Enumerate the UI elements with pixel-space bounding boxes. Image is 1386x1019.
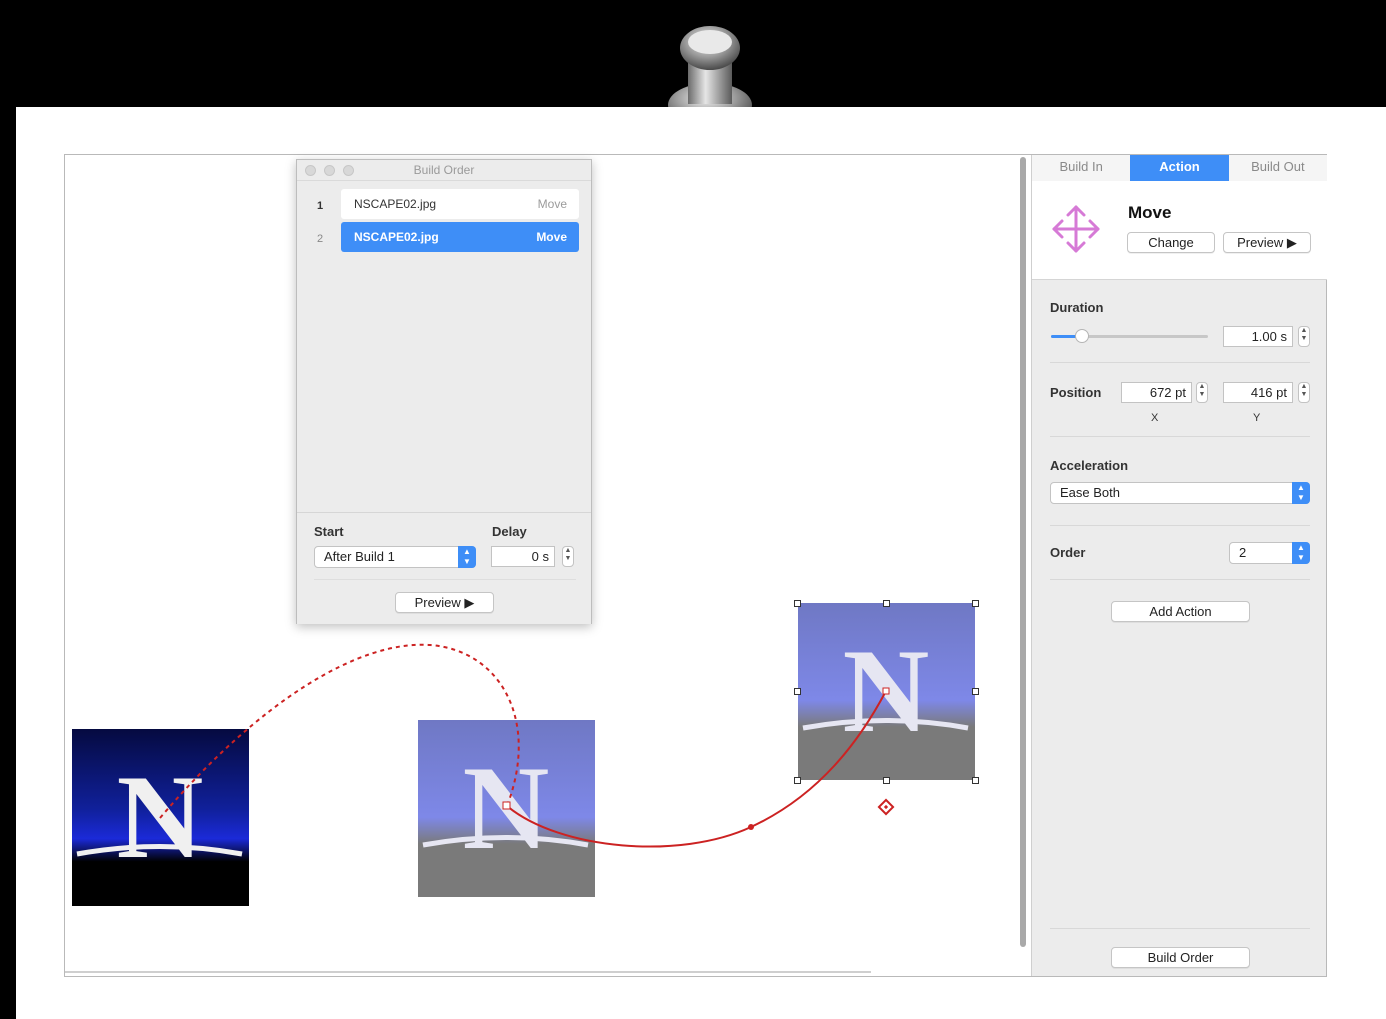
add-action-button[interactable]: Add Action <box>1111 601 1250 622</box>
divider <box>314 579 576 580</box>
position-label: Position <box>1050 385 1102 400</box>
tab-build-out[interactable]: Build Out <box>1228 155 1327 181</box>
build-order-preview-button[interactable]: Preview ▶ <box>395 592 494 613</box>
tab-build-in[interactable]: Build In <box>1032 155 1131 181</box>
build-order-button[interactable]: Build Order <box>1111 947 1250 968</box>
image-letter: N <box>117 750 204 883</box>
build-row-name: NSCAPE02.jpg <box>354 197 437 211</box>
build-order-list: 1 NSCAPE02.jpg Move 2 NSCAPE02.jpg Move <box>297 181 591 511</box>
build-row-number: 1 <box>317 200 324 212</box>
build-order-controls: Start Delay After Build 1 ▲ ▼ 0 s ▲ ▼ Prev… <box>297 512 591 624</box>
resize-handle-tl[interactable] <box>794 600 801 607</box>
start-popup[interactable]: After Build 1 ▲ ▼ <box>314 546 476 568</box>
image-letter: N <box>463 741 550 874</box>
move-arrows-icon <box>1052 205 1100 253</box>
resize-handle-tr[interactable] <box>972 600 979 607</box>
build-order-row[interactable]: NSCAPE02.jpg Move <box>341 189 579 219</box>
image-ghost-position[interactable]: N <box>418 720 595 897</box>
build-row-number: 2 <box>317 233 324 245</box>
delay-label: Delay <box>492 524 527 539</box>
resize-handle-br[interactable] <box>972 777 979 784</box>
build-order-title: Build Order <box>413 163 475 177</box>
resize-handle-bc[interactable] <box>883 777 890 784</box>
canvas-horizontal-scrollbar[interactable] <box>65 971 871 973</box>
image-letter: N <box>843 624 930 757</box>
acceleration-label: Acceleration <box>1050 458 1129 473</box>
action-title: Move <box>1128 203 1172 222</box>
position-y-field[interactable]: 416 pt <box>1223 382 1293 403</box>
duration-slider-knob[interactable] <box>1075 329 1090 343</box>
acceleration-popup[interactable]: Ease Both ▲ ▼ <box>1050 482 1310 504</box>
position-x-stepper[interactable]: ▲ ▼ <box>1196 382 1208 403</box>
delay-stepper[interactable]: ▲ ▼ <box>562 546 574 567</box>
canvas-vertical-scrollbar[interactable] <box>1019 155 1027 950</box>
position-x-field[interactable]: 672 pt <box>1121 382 1192 403</box>
resize-handle-tc[interactable] <box>883 600 890 607</box>
start-value: After Build 1 <box>324 549 395 564</box>
image-selected-position[interactable]: N <box>798 603 975 780</box>
inspector-tabs: Build In Action Build Out <box>1032 155 1327 182</box>
chevron-updown-icon: ▲ ▼ <box>458 546 476 568</box>
divider <box>1050 928 1310 929</box>
change-button[interactable]: Change <box>1127 232 1215 253</box>
resize-handle-ml[interactable] <box>794 688 801 695</box>
duration-slider[interactable] <box>1051 329 1208 343</box>
chevron-updown-icon: ▲ ▼ <box>1292 542 1310 564</box>
resize-handle-bl[interactable] <box>794 777 801 784</box>
image-original-position[interactable]: N <box>72 729 249 906</box>
build-row-action: Move <box>537 197 567 211</box>
order-popup[interactable]: 2 ▲ ▼ <box>1229 542 1310 564</box>
build-order-row-selected[interactable]: NSCAPE02.jpg Move <box>341 222 579 252</box>
start-label: Start <box>314 524 344 539</box>
duration-stepper[interactable]: ▲ ▼ <box>1298 326 1310 347</box>
order-value: 2 <box>1239 545 1247 560</box>
build-row-name: NSCAPE02.jpg <box>354 230 439 244</box>
divider <box>1050 525 1310 526</box>
order-label: Order <box>1050 545 1086 560</box>
duration-label: Duration <box>1050 300 1104 315</box>
tab-action[interactable]: Action <box>1130 155 1229 181</box>
position-y-stepper[interactable]: ▲ ▼ <box>1298 382 1310 403</box>
x-label: X <box>1151 412 1159 424</box>
delay-field[interactable]: 0 s <box>491 546 555 567</box>
divider <box>1050 436 1310 437</box>
build-order-titlebar[interactable]: Build Order <box>297 160 591 181</box>
divider <box>1050 362 1310 363</box>
preview-button[interactable]: Preview ▶ <box>1223 232 1311 253</box>
y-label: Y <box>1253 412 1261 424</box>
acceleration-value: Ease Both <box>1060 485 1120 500</box>
animate-inspector: Build In Action Build Out Move Change Pr… <box>1031 155 1327 976</box>
action-header: Move Change Preview ▶ <box>1032 181 1327 280</box>
divider <box>1050 579 1310 580</box>
build-order-window: Build Order 1 NSCAPE02.jpg Move 2 NSCAPE… <box>296 159 592 624</box>
build-row-action: Move <box>536 230 567 244</box>
duration-field[interactable]: 1.00 s <box>1223 326 1293 347</box>
chevron-updown-icon: ▲ ▼ <box>1292 482 1310 504</box>
resize-handle-mr[interactable] <box>972 688 979 695</box>
